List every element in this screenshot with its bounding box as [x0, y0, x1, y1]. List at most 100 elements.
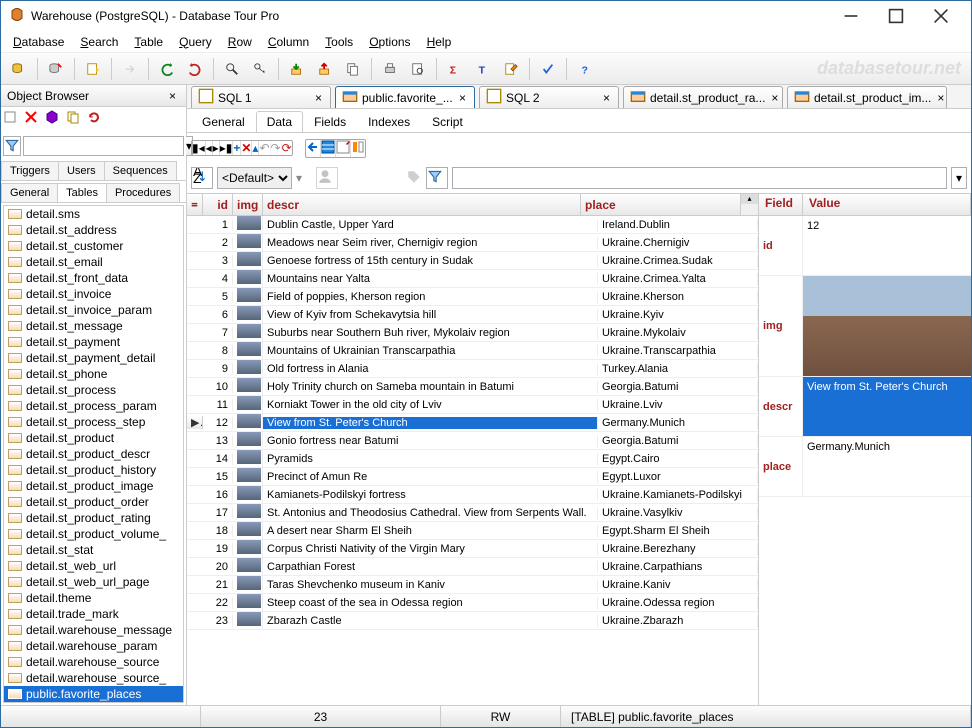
- cube-button[interactable]: [45, 110, 65, 130]
- cell-id[interactable]: 1: [203, 219, 233, 231]
- cell-id[interactable]: 21: [203, 579, 233, 591]
- tree-item[interactable]: detail.theme: [4, 590, 183, 606]
- filter-input[interactable]: [23, 136, 184, 156]
- cell-img[interactable]: [233, 252, 263, 269]
- cell-id[interactable]: 18: [203, 525, 233, 537]
- sort-button[interactable]: AZ: [191, 167, 213, 189]
- grid-mode-button[interactable]: [321, 140, 336, 157]
- table-row[interactable]: 21Taras Shevchenko museum in KanivUkrain…: [187, 576, 758, 594]
- edit-record-button[interactable]: ▴: [252, 141, 259, 155]
- cell-descr[interactable]: Taras Shevchenko museum in Kaniv: [263, 579, 598, 591]
- tree-item[interactable]: detail.sms: [4, 206, 183, 222]
- tree-item[interactable]: detail.st_web_url: [4, 558, 183, 574]
- cell-id[interactable]: 20: [203, 561, 233, 573]
- filter-expression-input[interactable]: [452, 167, 947, 189]
- tree-item[interactable]: detail.st_customer: [4, 238, 183, 254]
- sort-combo[interactable]: <Default>: [217, 167, 292, 189]
- tree-item[interactable]: detail.st_web_url_page: [4, 574, 183, 590]
- cell-place[interactable]: Ireland.Dublin: [598, 219, 758, 231]
- menu-search[interactable]: Search: [72, 33, 126, 51]
- filter-data-button[interactable]: [426, 167, 448, 189]
- tree-item[interactable]: detail.st_process: [4, 382, 183, 398]
- table-row[interactable]: 14PyramidsEgypt.Cairo: [187, 450, 758, 468]
- cell-img[interactable]: [233, 594, 263, 611]
- cell-place[interactable]: Ukraine.Kyiv: [598, 309, 758, 321]
- cell-place[interactable]: Ukraine.Crimea.Yalta: [598, 273, 758, 285]
- cell-place[interactable]: Ukraine.Crimea.Sudak: [598, 255, 758, 267]
- export-button[interactable]: [118, 57, 142, 81]
- delete-record-button[interactable]: ✕: [241, 141, 252, 155]
- tree-item[interactable]: detail.st_address: [4, 222, 183, 238]
- tree-item[interactable]: detail.st_front_data: [4, 270, 183, 286]
- table-row[interactable]: 18A desert near Sharm El SheihEgypt.Shar…: [187, 522, 758, 540]
- sub-tab-data[interactable]: Data: [256, 111, 303, 132]
- column-header-id[interactable]: id: [203, 194, 233, 215]
- new-sql-button[interactable]: [81, 57, 105, 81]
- cell-img[interactable]: [233, 486, 263, 503]
- prev-record-button[interactable]: ◂: [206, 141, 213, 155]
- tree-item[interactable]: detail.warehouse_param: [4, 638, 183, 654]
- fv-value[interactable]: [803, 276, 971, 376]
- column-header-place[interactable]: place: [581, 194, 741, 215]
- cell-id[interactable]: 7: [203, 327, 233, 339]
- menu-tools[interactable]: Tools: [317, 33, 361, 51]
- cell-id[interactable]: 9: [203, 363, 233, 375]
- table-row[interactable]: 20Carpathian ForestUkraine.Carpathians: [187, 558, 758, 576]
- cell-img[interactable]: [233, 270, 263, 287]
- cell-descr[interactable]: Kamianets-Podilskyi fortress: [263, 489, 598, 501]
- cell-id[interactable]: 22: [203, 597, 233, 609]
- cell-id[interactable]: 13: [203, 435, 233, 447]
- cell-img[interactable]: [233, 540, 263, 557]
- cell-descr[interactable]: Mountains of Ukrainian Transcarpathia: [263, 345, 598, 357]
- sub-tab-general[interactable]: General: [191, 111, 256, 132]
- fv-row-img[interactable]: img: [759, 276, 971, 377]
- cell-img[interactable]: [233, 558, 263, 575]
- cell-id[interactable]: 15: [203, 471, 233, 483]
- card-mode-button[interactable]: [351, 140, 365, 157]
- ob-tab-procedures[interactable]: Procedures: [106, 183, 180, 202]
- table-row[interactable]: 15Precinct of Amun ReEgypt.Luxor: [187, 468, 758, 486]
- cell-img[interactable]: [233, 234, 263, 251]
- table-row[interactable]: 16Kamianets-Podilskyi fortressUkraine.Ka…: [187, 486, 758, 504]
- cell-place[interactable]: Ukraine.Zbarazh: [598, 615, 758, 627]
- tree-item[interactable]: detail.st_product_history: [4, 462, 183, 478]
- cell-img[interactable]: [233, 324, 263, 341]
- fv-value[interactable]: View from St. Peter's Church: [803, 377, 971, 436]
- table-row[interactable]: 7Suburbs near Southern Buh river, Mykola…: [187, 324, 758, 342]
- cell-img[interactable]: [233, 306, 263, 323]
- tree-item[interactable]: detail.warehouse_source: [4, 654, 183, 670]
- new-object-button[interactable]: [3, 110, 23, 130]
- find-next-button[interactable]: [248, 57, 272, 81]
- cell-id[interactable]: 12: [203, 417, 233, 429]
- cell-id[interactable]: 19: [203, 543, 233, 555]
- cell-img[interactable]: [233, 450, 263, 467]
- menu-database[interactable]: Database: [5, 33, 72, 51]
- sum-button[interactable]: Σ: [443, 57, 467, 81]
- cell-id[interactable]: 5: [203, 291, 233, 303]
- cell-img[interactable]: [233, 576, 263, 593]
- cell-descr[interactable]: View of Kyiv from Schekavytsia hill: [263, 309, 598, 321]
- close-tab-icon[interactable]: ×: [769, 91, 780, 105]
- print-button[interactable]: [378, 57, 402, 81]
- cell-img[interactable]: [233, 432, 263, 449]
- table-tree[interactable]: detail.smsdetail.st_addressdetail.st_cus…: [3, 205, 184, 703]
- cell-place[interactable]: Georgia.Batumi: [598, 381, 758, 393]
- check-button[interactable]: [536, 57, 560, 81]
- tree-item[interactable]: detail.st_product_rating: [4, 510, 183, 526]
- tree-item[interactable]: public.sys_log: [4, 702, 183, 703]
- tree-item[interactable]: detail.st_product_image: [4, 478, 183, 494]
- cell-descr[interactable]: Genoese fortress of 15th century in Suda…: [263, 255, 598, 267]
- menu-row[interactable]: Row: [220, 33, 260, 51]
- form-mode-button[interactable]: [336, 140, 351, 157]
- table-row[interactable]: 1Dublin Castle, Upper YardIreland.Dublin: [187, 216, 758, 234]
- cell-descr[interactable]: Holy Trinity church on Sameba mountain i…: [263, 381, 598, 393]
- cell-place[interactable]: Ukraine.Berezhany: [598, 543, 758, 555]
- tree-item[interactable]: public.favorite_places: [4, 686, 183, 702]
- cell-place[interactable]: Turkey.Alania: [598, 363, 758, 375]
- cell-descr[interactable]: Gonio fortress near Batumi: [263, 435, 598, 447]
- table-row[interactable]: 4Mountains near YaltaUkraine.Crimea.Yalt…: [187, 270, 758, 288]
- cell-id[interactable]: 17: [203, 507, 233, 519]
- table-row[interactable]: 23Zbarazh CastleUkraine.Zbarazh: [187, 612, 758, 630]
- tree-item[interactable]: detail.warehouse_message: [4, 622, 183, 638]
- cell-img[interactable]: [233, 360, 263, 377]
